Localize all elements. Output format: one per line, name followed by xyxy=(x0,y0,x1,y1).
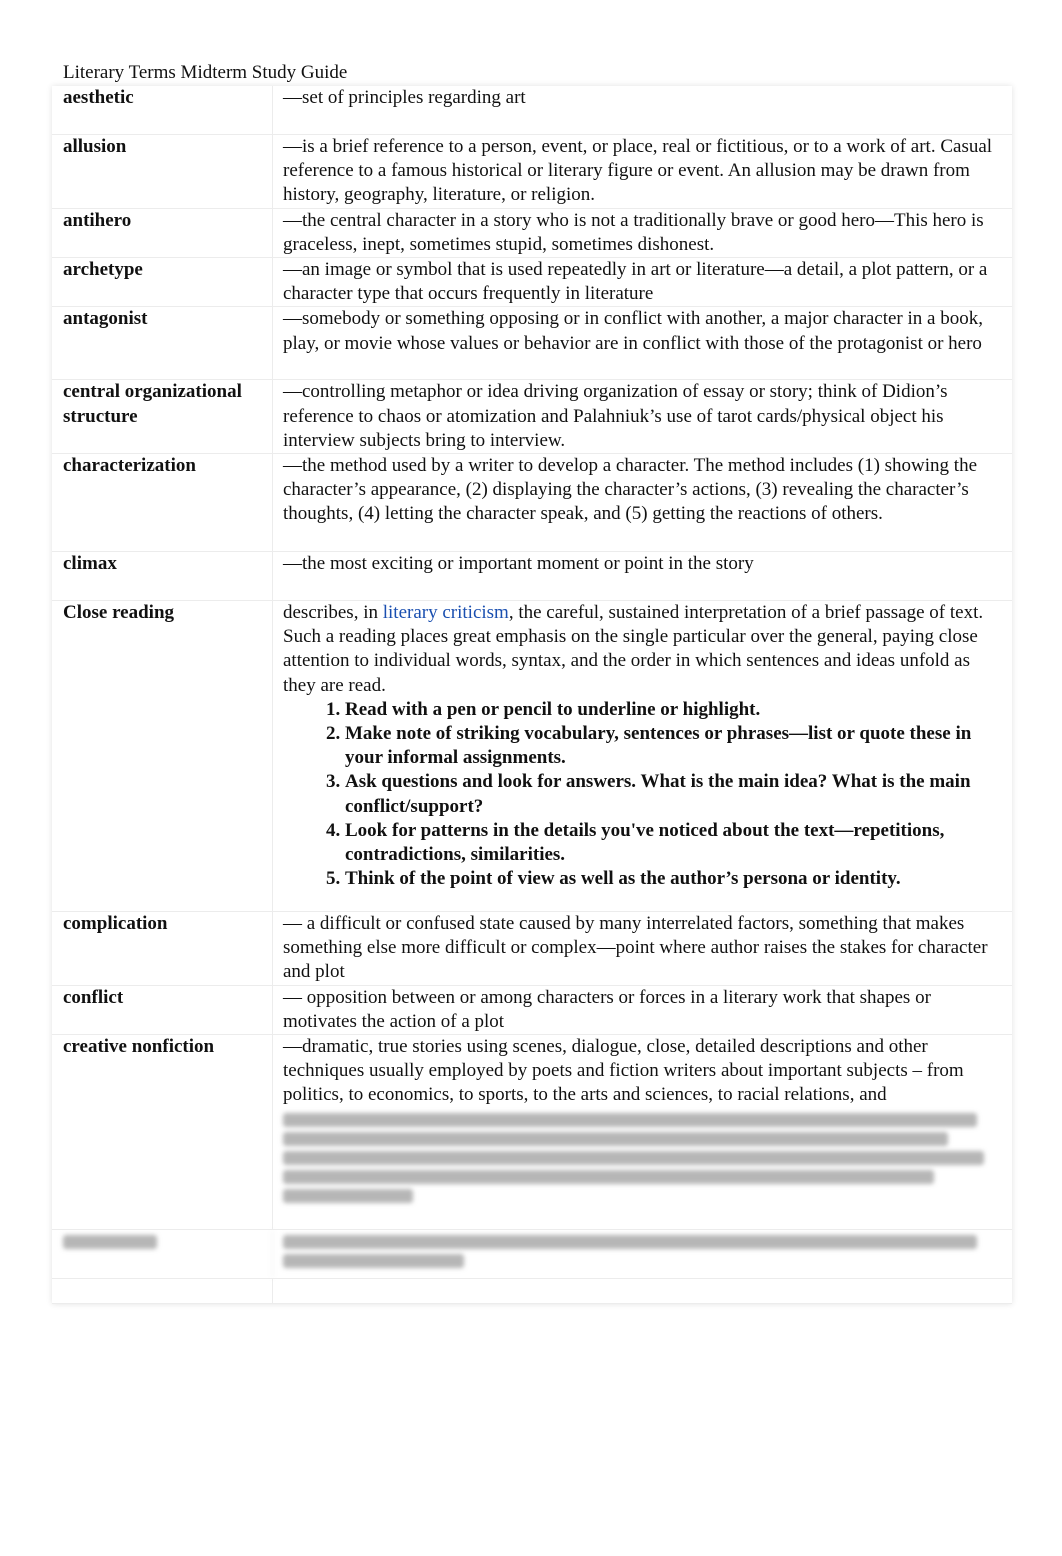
definition: — opposition between or among characters… xyxy=(283,986,931,1032)
definition: describes, in literary criticism, the ca… xyxy=(273,601,1012,911)
term: creative nonfiction xyxy=(52,1035,273,1230)
term: aesthetic xyxy=(52,86,273,134)
list-item: Ask questions and look for answers. What… xyxy=(345,770,1006,818)
definition: —dramatic, true stories using scenes, di… xyxy=(273,1035,1012,1229)
blurred-content xyxy=(273,1230,1012,1278)
definition: —set of principles regarding art xyxy=(283,87,526,108)
definition-text: describes, in xyxy=(283,602,383,624)
table-row: complication — a difficult or confused st… xyxy=(52,912,1012,986)
term: characterization xyxy=(52,454,273,552)
definition: —an image or symbol that is used repeate… xyxy=(283,259,988,305)
list-item: Look for patterns in the details you've … xyxy=(345,819,1006,867)
terms-table: aesthetic —set of principles regarding ar… xyxy=(52,86,1012,1305)
table-row-blurred xyxy=(52,1230,1012,1280)
term: allusion xyxy=(52,135,273,208)
definition: —the method used by a writer to develop … xyxy=(283,455,978,525)
table-row: allusion —is a brief reference to a perso… xyxy=(52,135,1012,209)
definition: —somebody or something opposing or in co… xyxy=(283,308,983,354)
list-item: Read with a pen or pencil to underline o… xyxy=(345,698,1006,722)
document-title: Literary Terms Midterm Study Guide xyxy=(63,62,348,83)
empty-cell xyxy=(52,1279,273,1304)
table-row-empty xyxy=(52,1279,1012,1305)
definition: —is a brief reference to a person, event… xyxy=(283,136,993,206)
definition: —the central character in a story who is… xyxy=(283,209,984,255)
term: antagonist xyxy=(52,307,273,380)
close-reading-steps: Read with a pen or pencil to underline o… xyxy=(283,698,1006,892)
literary-criticism-link[interactable]: literary criticism xyxy=(383,602,509,623)
table-row: antagonist —somebody or something opposin… xyxy=(52,307,1012,381)
table-row: aesthetic —set of principles regarding ar… xyxy=(52,86,1012,135)
table-row: Close reading describes, in literary cri… xyxy=(52,601,1012,913)
term: climax xyxy=(52,552,273,601)
definition: —controlling metaphor or idea driving or… xyxy=(283,381,948,451)
list-item: Think of the point of view as well as th… xyxy=(345,867,1006,891)
table-row: archetype —an image or symbol that is use… xyxy=(52,258,1012,308)
empty-cell xyxy=(273,1279,1012,1303)
term: Close reading xyxy=(52,601,273,912)
term: conflict xyxy=(52,985,273,1035)
definition: — a difficult or confused state caused b… xyxy=(283,913,988,983)
table-row: climax —the most exciting or important mo… xyxy=(52,552,1012,602)
blurred-term xyxy=(52,1230,273,1279)
table-row: characterization —the method used by a wr… xyxy=(52,454,1012,553)
table-row: creative nonfiction —dramatic, true stor… xyxy=(52,1035,1012,1231)
table-row: central organizational structure —control… xyxy=(52,380,1012,455)
blurred-content xyxy=(283,1112,1006,1203)
term: antihero xyxy=(52,208,273,258)
list-item: Make note of striking vocabulary, senten… xyxy=(345,722,1006,770)
term: complication xyxy=(52,912,273,985)
table-row: antihero —the central character in a stor… xyxy=(52,208,1012,259)
definition: —the most exciting or important moment o… xyxy=(283,553,754,575)
term: archetype xyxy=(52,258,273,307)
table-row: conflict — opposition between or among ch… xyxy=(52,985,1012,1036)
term: central organizational structure xyxy=(52,380,273,454)
definition-text: —dramatic, true stories using scenes, di… xyxy=(283,1036,964,1106)
